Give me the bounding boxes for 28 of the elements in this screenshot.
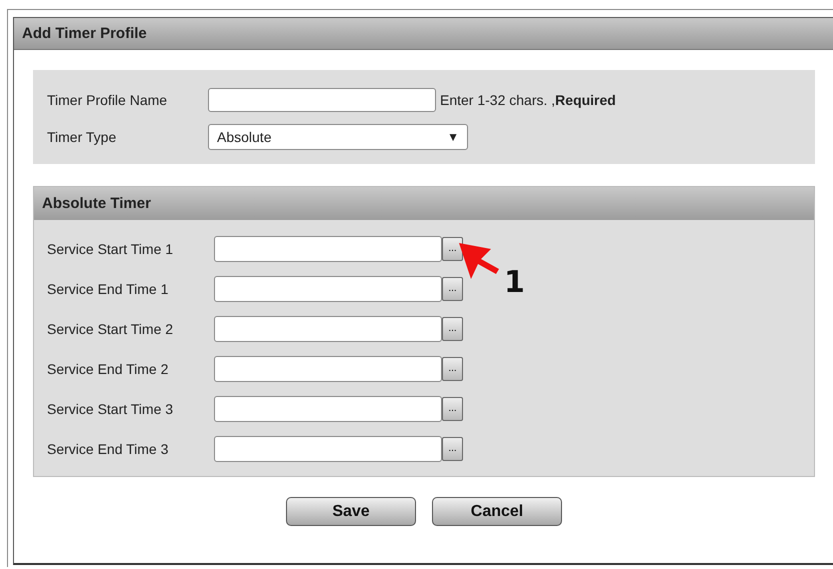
input-field[interactable] bbox=[214, 236, 442, 262]
input-field[interactable] bbox=[214, 316, 442, 342]
callout-number: 1 bbox=[504, 265, 525, 300]
picker-button[interactable]: ... bbox=[442, 397, 463, 421]
section-title: Absolute Timer bbox=[34, 187, 814, 220]
field-label: Service Start Time 2 bbox=[47, 321, 174, 337]
save-button[interactable]: Save bbox=[286, 497, 416, 526]
input-field[interactable] bbox=[214, 396, 442, 422]
field-label: Service End Time 1 bbox=[47, 281, 170, 297]
field-label: Timer Profile Name bbox=[47, 92, 168, 108]
timer-type-dropdown[interactable]: Absolute ▼ bbox=[208, 124, 468, 150]
dialog-title: Add Timer Profile bbox=[14, 18, 833, 50]
input-field[interactable] bbox=[214, 276, 442, 302]
picker-button[interactable]: ... bbox=[442, 277, 463, 301]
picker-button[interactable]: ... bbox=[442, 437, 463, 461]
field-label: Service End Time 2 bbox=[47, 361, 170, 377]
cancel-button[interactable]: Cancel bbox=[432, 497, 562, 526]
field-label: Service End Time 3 bbox=[47, 441, 170, 457]
input-field[interactable] bbox=[214, 356, 442, 382]
input-field[interactable] bbox=[214, 436, 442, 462]
input-field[interactable] bbox=[208, 88, 436, 112]
picker-button[interactable]: ... bbox=[442, 357, 463, 381]
field-label: Service Start Time 3 bbox=[47, 401, 174, 417]
picker-button[interactable]: ... bbox=[442, 237, 463, 261]
hint-text: Enter 1-32 chars. ,Required bbox=[440, 92, 616, 108]
picker-button[interactable]: ... bbox=[442, 317, 463, 341]
field-label: Timer Type bbox=[47, 129, 118, 145]
field-label: Service Start Time 1 bbox=[47, 241, 174, 257]
